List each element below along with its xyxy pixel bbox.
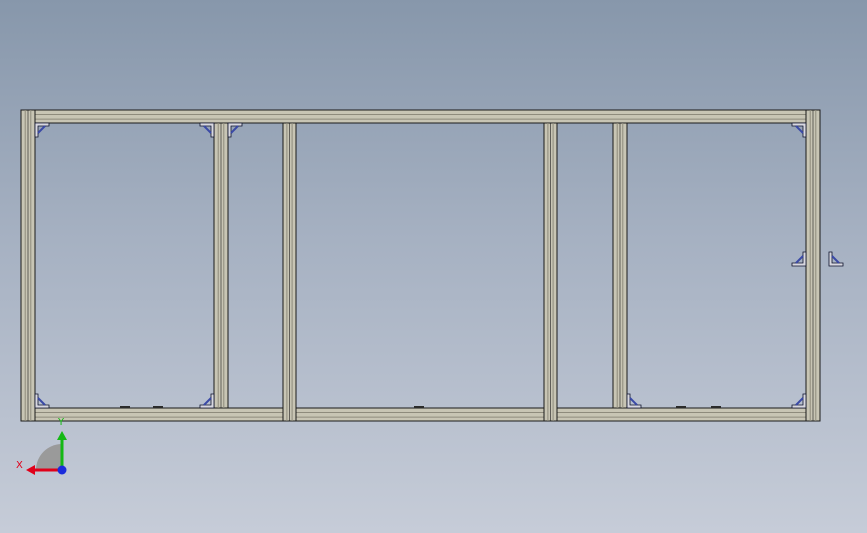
bracket-bottom-mid-right <box>626 393 642 409</box>
bottom-rail-body <box>20 407 821 422</box>
bracket-right-outer <box>828 251 844 267</box>
inner-post-3[interactable] <box>543 122 558 422</box>
top-rail[interactable] <box>20 109 821 124</box>
inner-post-2[interactable] <box>282 122 297 422</box>
bottom-fastener-5 <box>711 406 721 408</box>
bracket-top-mid-left-gusset <box>203 125 212 134</box>
bracket-bottom-mid-left <box>199 393 215 409</box>
z-axis-dot-icon <box>57 465 67 475</box>
bottom-fastener-4 <box>676 406 686 408</box>
aluminum-frame-assembly[interactable] <box>20 109 821 422</box>
triad-x-label: X <box>16 460 23 471</box>
bottom-fastener-1 <box>120 406 130 408</box>
bracket-right-inner <box>791 251 807 267</box>
bracket-top-mid-right <box>227 122 243 138</box>
bracket-top-left-gusset <box>37 125 46 134</box>
corner-brackets <box>34 122 844 409</box>
triad-y-label: Y <box>57 417 65 428</box>
bracket-top-right-gusset <box>795 125 804 134</box>
bracket-top-right <box>791 122 807 138</box>
bottom-fastener-3 <box>414 406 424 408</box>
bracket-bottom-left-gusset <box>37 397 46 406</box>
bracket-bottom-mid-right-gusset <box>629 397 638 406</box>
x-axis-arrowhead-icon <box>26 465 35 475</box>
bracket-right-inner-gusset <box>795 255 804 264</box>
right-post[interactable] <box>805 109 821 422</box>
triad-sector <box>36 444 62 470</box>
bottom-rail[interactable] <box>20 407 821 422</box>
inner-post-1[interactable] <box>213 122 229 409</box>
bracket-bottom-right-gusset <box>795 397 804 406</box>
bracket-bottom-mid-left-gusset <box>203 397 212 406</box>
bracket-bottom-left <box>34 393 50 409</box>
bottom-fastener-2 <box>153 406 163 408</box>
bracket-bottom-right <box>791 393 807 409</box>
top-rail-body <box>20 109 821 124</box>
y-axis-arrowhead-icon <box>57 431 67 440</box>
axis-triad: X Y <box>16 417 67 475</box>
bracket-top-left <box>34 122 50 138</box>
inner-post-4[interactable] <box>612 122 628 409</box>
bracket-top-mid-right-gusset <box>230 125 239 134</box>
bracket-right-outer-gusset <box>831 255 840 264</box>
bracket-top-mid-left <box>199 122 215 138</box>
cad-viewport[interactable]: X Y <box>0 0 867 533</box>
left-post[interactable] <box>20 109 36 422</box>
